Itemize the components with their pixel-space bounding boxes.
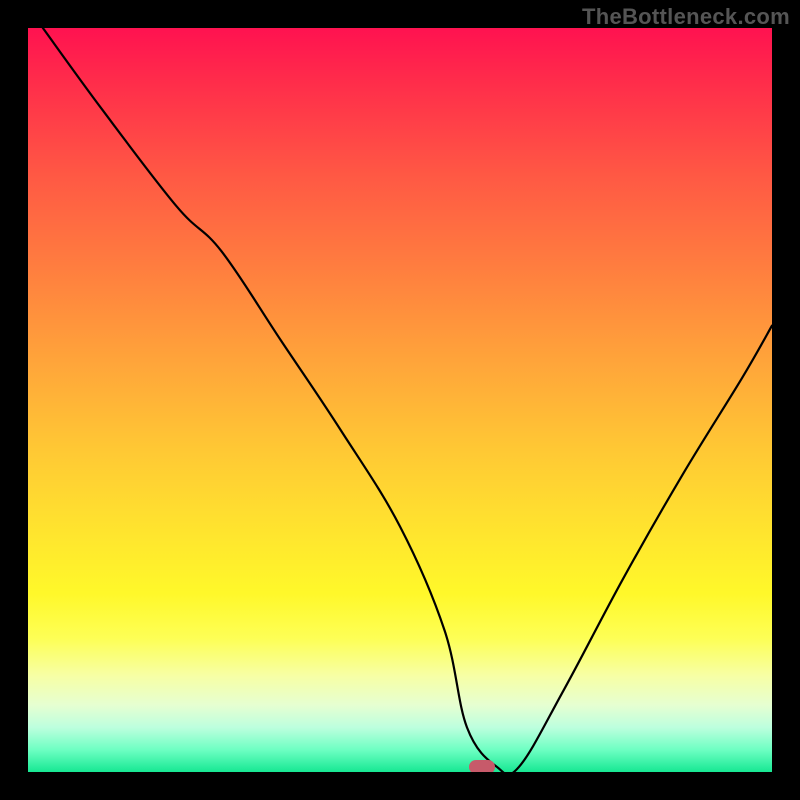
- curve-path: [43, 28, 772, 772]
- chart-frame: TheBottleneck.com: [0, 0, 800, 800]
- watermark-text: TheBottleneck.com: [582, 4, 790, 30]
- plot-area: [28, 28, 772, 772]
- optimal-marker: [469, 760, 495, 772]
- bottleneck-curve: [28, 28, 772, 772]
